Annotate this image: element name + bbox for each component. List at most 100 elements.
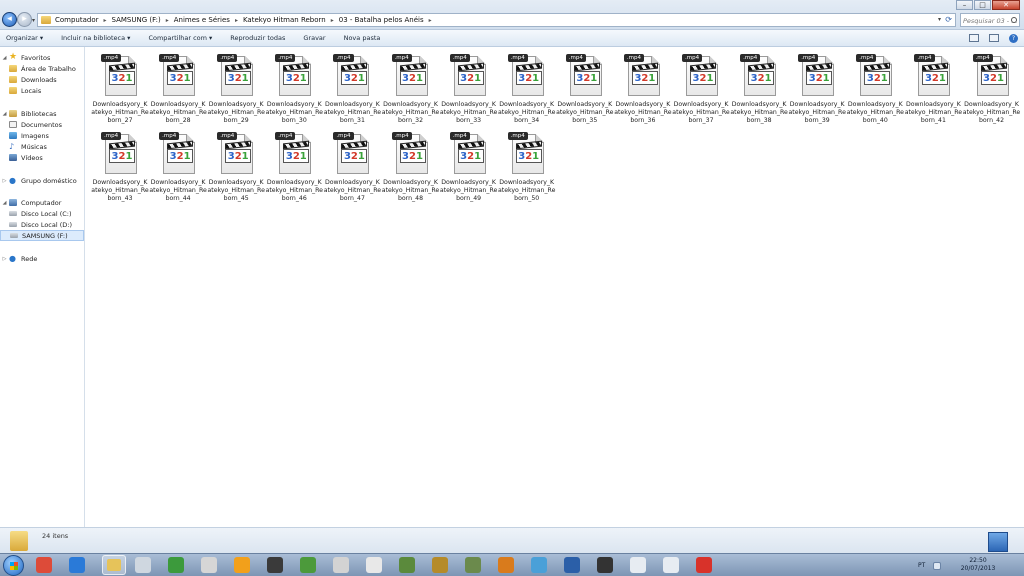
address-history-chevron-icon[interactable]: ▾ <box>938 16 941 23</box>
cube-icon[interactable] <box>300 557 316 573</box>
file-item[interactable]: .mp4 3 2 1 Downloadsyory_Katekyo_Hitman_Rebo… <box>207 129 265 207</box>
flame-icon[interactable] <box>498 557 514 573</box>
file-item[interactable]: .mp4 3 2 1 Downloadsyory_Katekyo_Hitman_Rebo… <box>440 129 498 207</box>
sidebar-item-drive-c[interactable]: Disco Local (C:) <box>0 208 72 219</box>
refresh-icon[interactable]: ⟳ <box>945 15 952 24</box>
share-with-menu[interactable]: Compartilhar com ▾ <box>148 34 212 42</box>
file-item[interactable]: .mp4 3 2 1 Downloadsyory_Katekyo_Hitman_Rebo… <box>788 51 846 129</box>
sidebar-item-network[interactable]: ▷ ● Rede <box>0 253 38 264</box>
file-item[interactable]: .mp4 3 2 1 Downloadsyory_Katekyo_Hitman_Rebo… <box>265 129 323 207</box>
burn-button[interactable]: Gravar <box>303 34 325 42</box>
file-item[interactable]: .mp4 3 2 1 Downloadsyory_Katekyo_Hitman_Rebo… <box>207 51 265 129</box>
file-item[interactable]: .mp4 3 2 1 Downloadsyory_Katekyo_Hitman_Rebo… <box>556 51 614 129</box>
forward-button[interactable]: ▸ <box>17 12 32 27</box>
file-item[interactable]: .mp4 3 2 1 Downloadsyory_Katekyo_Hitman_Rebo… <box>323 129 381 207</box>
search-input[interactable]: Pesquisar 03 - ... <box>960 13 1020 27</box>
file-item[interactable]: .mp4 3 2 1 Downloadsyory_Katekyo_Hitman_Rebo… <box>91 51 149 129</box>
heart-icon[interactable] <box>696 557 712 573</box>
maximize-button[interactable]: □ <box>974 0 991 10</box>
start-button[interactable] <box>3 555 24 576</box>
gamepad-icon[interactable] <box>201 557 217 573</box>
collapse-arrow-icon[interactable]: ◢ <box>0 111 9 117</box>
gamepad2-icon[interactable] <box>366 557 382 573</box>
file-list-view[interactable]: .mp4 3 2 1 Downloadsyory_Katekyo_Hitman_Rebo… <box>86 47 1024 527</box>
search-icon[interactable] <box>1011 17 1017 23</box>
sidebar-item-documents[interactable]: Documentos <box>0 119 62 130</box>
play-icon[interactable] <box>234 557 250 573</box>
sidebar-item-music[interactable]: ♪ Músicas <box>0 141 47 152</box>
file-item[interactable]: .mp4 3 2 1 Downloadsyory_Katekyo_Hitman_Rebo… <box>382 129 440 207</box>
file-item[interactable]: .mp4 3 2 1 Downloadsyory_Katekyo_Hitman_Rebo… <box>846 51 904 129</box>
breadcrumb-item[interactable]: Katekyo Hitman Reborn <box>243 16 326 24</box>
breadcrumb-item[interactable]: Animes e Séries <box>174 16 230 24</box>
sidebar-item-videos[interactable]: Vídeos <box>0 152 43 163</box>
file-item[interactable]: .mp4 3 2 1 Downloadsyory_Katekyo_Hitman_Rebo… <box>440 51 498 129</box>
shield-icon[interactable] <box>69 557 85 573</box>
sidebar-item-favorites[interactable]: ◢ ★ Favoritos <box>0 52 51 63</box>
show-desktop-button[interactable] <box>988 532 1008 552</box>
pen-icon[interactable] <box>135 557 151 573</box>
sidebar-item-desktop[interactable]: Área de Trabalho <box>0 63 76 74</box>
close-button[interactable]: ✕ <box>992 0 1020 10</box>
file-item[interactable]: .mp4 3 2 1 Downloadsyory_Katekyo_Hitman_Rebo… <box>91 129 149 207</box>
breadcrumb-separator-icon[interactable]: ▸ <box>235 17 238 24</box>
compass-icon[interactable] <box>531 557 547 573</box>
file-item[interactable]: .mp4 3 2 1 Downloadsyory_Katekyo_Hitman_Rebo… <box>730 51 788 129</box>
sidebar-item-homegroup[interactable]: ▷ ● Grupo doméstico <box>0 175 77 186</box>
minimize-button[interactable]: – <box>956 0 973 10</box>
file-item[interactable]: .mp4 3 2 1 Downloadsyory_Katekyo_Hitman_Rebo… <box>614 51 672 129</box>
breadcrumb-item[interactable]: SAMSUNG (F:) <box>112 16 161 24</box>
collapse-arrow-icon[interactable]: ◢ <box>0 200 9 206</box>
expand-arrow-icon[interactable]: ▷ <box>0 178 9 184</box>
new-folder-button[interactable]: Nova pasta <box>344 34 381 42</box>
sidebar-item-downloads[interactable]: Downloads <box>0 74 57 85</box>
explorer-icon[interactable] <box>102 555 126 575</box>
breadcrumb-item[interactable]: 03 - Batalha pelos Anéis <box>339 16 424 24</box>
file-item[interactable]: .mp4 3 2 1 Downloadsyory_Katekyo_Hitman_Rebo… <box>265 51 323 129</box>
recent-pages-chevron-icon[interactable]: ▾ <box>32 17 35 24</box>
breadcrumb-separator-icon[interactable]: ▸ <box>104 17 107 24</box>
torrent-icon[interactable] <box>168 557 184 573</box>
sidebar-item-drive-f[interactable]: SAMSUNG (F:) <box>0 230 84 241</box>
creature-icon[interactable] <box>465 557 481 573</box>
back-button[interactable]: ◂ <box>2 12 17 27</box>
monitor-icon[interactable] <box>663 557 679 573</box>
address-bar[interactable]: Computador ▸ SAMSUNG (F:) ▸ Animes e Séries ▸… <box>37 13 956 27</box>
file-item[interactable]: .mp4 3 2 1 Downloadsyory_Katekyo_Hitman_Rebo… <box>323 51 381 129</box>
file-item[interactable]: .mp4 3 2 1 Downloadsyory_Katekyo_Hitman_Rebo… <box>963 51 1021 129</box>
breadcrumb-item[interactable]: Computador <box>55 16 99 24</box>
organize-menu[interactable]: Organizar ▾ <box>6 34 43 42</box>
warrior-icon[interactable] <box>597 557 613 573</box>
league-icon[interactable] <box>432 557 448 573</box>
window-icon[interactable] <box>630 557 646 573</box>
terminal-icon[interactable] <box>267 557 283 573</box>
file-item[interactable]: .mp4 3 2 1 Downloadsyory_Katekyo_Hitman_Rebo… <box>149 51 207 129</box>
sidebar-item-computer[interactable]: ◢ Computador <box>0 197 62 208</box>
collapse-arrow-icon[interactable]: ◢ <box>0 55 9 61</box>
sidebar-item-images[interactable]: Imagens <box>0 130 49 141</box>
expand-arrow-icon[interactable]: ▷ <box>0 256 9 262</box>
file-item[interactable]: .mp4 3 2 1 Downloadsyory_Katekyo_Hitman_Rebo… <box>672 51 730 129</box>
language-indicator[interactable]: PT <box>918 562 925 569</box>
sidebar-item-libraries[interactable]: ◢ Bibliotecas <box>0 108 57 119</box>
file-item[interactable]: .mp4 3 2 1 Downloadsyory_Katekyo_Hitman_Rebo… <box>149 129 207 207</box>
change-view-icon[interactable] <box>969 34 979 42</box>
controller-icon[interactable] <box>333 557 349 573</box>
include-in-library-menu[interactable]: Incluir na biblioteca ▾ <box>61 34 130 42</box>
breadcrumb-separator-icon[interactable]: ▸ <box>331 17 334 24</box>
file-item[interactable]: .mp4 3 2 1 Downloadsyory_Katekyo_Hitman_Rebo… <box>904 51 962 129</box>
text-app-icon[interactable] <box>564 557 580 573</box>
chrome-icon[interactable] <box>36 557 52 573</box>
sidebar-item-drive-d[interactable]: Disco Local (D:) <box>0 219 72 230</box>
zombie-icon[interactable] <box>399 557 415 573</box>
clock[interactable]: 22:50 20/07/2013 <box>958 557 998 573</box>
preview-pane-icon[interactable] <box>989 34 999 42</box>
sidebar-item-places[interactable]: Locais <box>0 85 41 96</box>
tray-chevron-icon[interactable] <box>933 561 942 570</box>
breadcrumb-separator-icon[interactable]: ▸ <box>429 17 432 24</box>
file-item[interactable]: .mp4 3 2 1 Downloadsyory_Katekyo_Hitman_Rebo… <box>382 51 440 129</box>
breadcrumb-separator-icon[interactable]: ▸ <box>166 17 169 24</box>
file-item[interactable]: .mp4 3 2 1 Downloadsyory_Katekyo_Hitman_Rebo… <box>498 129 556 207</box>
help-icon[interactable]: ? <box>1009 34 1018 43</box>
file-item[interactable]: .mp4 3 2 1 Downloadsyory_Katekyo_Hitman_Rebo… <box>498 51 556 129</box>
